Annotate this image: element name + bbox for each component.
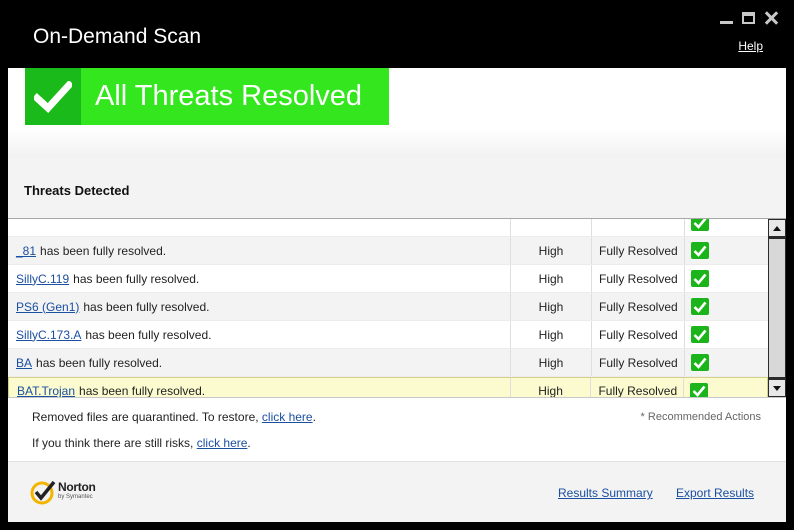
threat-message: has been fully resolved. (85, 327, 212, 342)
export-results-link[interactable]: Export Results (676, 486, 754, 500)
period: . (247, 436, 251, 450)
help-link[interactable]: Help (738, 39, 763, 53)
threat-link[interactable]: BAT.Trojan (17, 384, 75, 397)
threats-rows: _81 has been fully resolved. High Fully Res… (8, 219, 768, 398)
resolved-cell (685, 219, 768, 236)
period: . (312, 410, 316, 424)
threat-message: has been fully resolved. (79, 384, 206, 398)
footer: Norton by Symantec Results Summary Expor… (8, 461, 786, 522)
status-cell: Fully Resolved (592, 237, 685, 264)
scroll-down-button[interactable] (769, 380, 785, 396)
arrow-up-icon (773, 225, 781, 231)
threats-table: _81 has been fully resolved. High Fully Res… (8, 218, 786, 398)
resolved-cell (685, 349, 768, 376)
checkmark-icon (25, 68, 81, 125)
results-summary-link[interactable]: Results Summary (558, 486, 653, 500)
arrow-down-icon (773, 385, 781, 391)
banner-title: All Threats Resolved (95, 80, 363, 112)
section-title: Threats Detected (24, 183, 130, 198)
table-row[interactable] (8, 219, 768, 237)
threat-cell: SillyC.119 has been fully resolved. (8, 265, 511, 292)
status-cell: Fully Resolved (591, 378, 685, 397)
table-row[interactable]: BAT.Trojan has been fully resolved. High Fu… (8, 377, 768, 398)
title-bar: On-Demand Scan Help (0, 0, 794, 68)
logo-sub: by Symantec (58, 494, 93, 500)
threat-message: has been fully resolved. (73, 271, 200, 286)
resolved-cell (684, 378, 767, 397)
severity-cell: High (511, 349, 592, 376)
window-title: On-Demand Scan (33, 25, 202, 48)
divider (8, 128, 786, 158)
risk-note: If you think there are still risks, clic… (32, 436, 251, 450)
status-cell (592, 219, 685, 236)
threat-link[interactable]: SillyC.119 (16, 272, 69, 286)
resolved-check-icon (690, 382, 709, 397)
on-demand-scan-window: On-Demand Scan Help All Threats Resolved… (0, 0, 794, 530)
quarantine-text: Removed files are quarantined. To restor… (32, 410, 259, 424)
severity-cell: High (511, 265, 592, 292)
severity-cell: High (511, 237, 592, 264)
resolved-check-icon (691, 298, 709, 315)
threat-link[interactable]: SillyC.173.A (16, 328, 81, 342)
norton-check-icon (30, 480, 56, 505)
resolved-check-icon (691, 326, 709, 343)
norton-logo: Norton by Symantec (30, 479, 96, 505)
restore-link[interactable]: click here (262, 410, 313, 424)
threat-cell: BA has been fully resolved. (8, 349, 511, 376)
threat-message: has been fully resolved. (36, 355, 163, 370)
table-row[interactable]: SillyC.119 has been fully resolved. High Fu… (8, 265, 768, 293)
recommended-actions-note: * Recommended Actions (640, 411, 761, 423)
threat-cell: BAT.Trojan has been fully resolved. (9, 378, 511, 398)
threat-cell: _81 has been fully resolved. (8, 237, 511, 264)
section-header: Threats Detected (8, 158, 786, 218)
table-row[interactable]: BA has been fully resolved. High Fully Reso… (8, 349, 768, 377)
status-banner: All Threats Resolved (25, 68, 389, 125)
scrollbar-thumb[interactable] (769, 239, 785, 377)
table-row[interactable]: PS6 (Gen1) has been fully resolved. High Fu… (8, 293, 768, 321)
window-controls (719, 11, 778, 25)
severity-cell: High (511, 321, 592, 348)
scroll-up-button[interactable] (769, 220, 785, 236)
resolved-check-icon (691, 270, 709, 287)
resolved-cell (685, 265, 768, 292)
threat-link[interactable]: PS6 (Gen1) (16, 300, 79, 314)
resolved-cell (685, 237, 768, 264)
threat-link[interactable]: _81 (16, 244, 36, 258)
status-cell: Fully Resolved (592, 265, 685, 292)
threat-message: has been fully resolved. (83, 299, 210, 314)
quarantine-note: Removed files are quarantined. To restor… (32, 410, 316, 424)
threat-cell: PS6 (Gen1) has been fully resolved. (8, 293, 511, 320)
resolved-check-icon (691, 354, 709, 371)
status-cell: Fully Resolved (592, 349, 685, 376)
resolved-cell (685, 293, 768, 320)
close-icon[interactable] (764, 11, 778, 25)
minimize-icon[interactable] (719, 11, 733, 25)
logo-brand: Norton (58, 480, 96, 494)
main-content: All Threats Resolved Threats Detected _8… (8, 68, 786, 522)
resolved-cell (685, 321, 768, 348)
threat-message: has been fully resolved. (40, 243, 167, 258)
status-cell: Fully Resolved (592, 293, 685, 320)
vertical-scrollbar[interactable] (768, 219, 786, 397)
severity-cell (511, 219, 592, 236)
resolved-check-icon (691, 242, 709, 259)
risk-text: If you think there are still risks, (32, 436, 194, 450)
maximize-icon[interactable] (742, 12, 755, 24)
status-cell: Fully Resolved (592, 321, 685, 348)
threat-cell: SillyC.173.A has been fully resolved. (8, 321, 511, 348)
severity-cell: High (511, 293, 592, 320)
risk-link[interactable]: click here (197, 436, 248, 450)
severity-cell: High (511, 378, 592, 397)
resolved-check-icon (691, 219, 709, 231)
table-row[interactable]: _81 has been fully resolved. High Fully Res… (8, 237, 768, 265)
threat-link[interactable]: BA (16, 356, 32, 370)
threat-cell (8, 219, 511, 236)
table-row[interactable]: SillyC.173.A has been fully resolved. High… (8, 321, 768, 349)
